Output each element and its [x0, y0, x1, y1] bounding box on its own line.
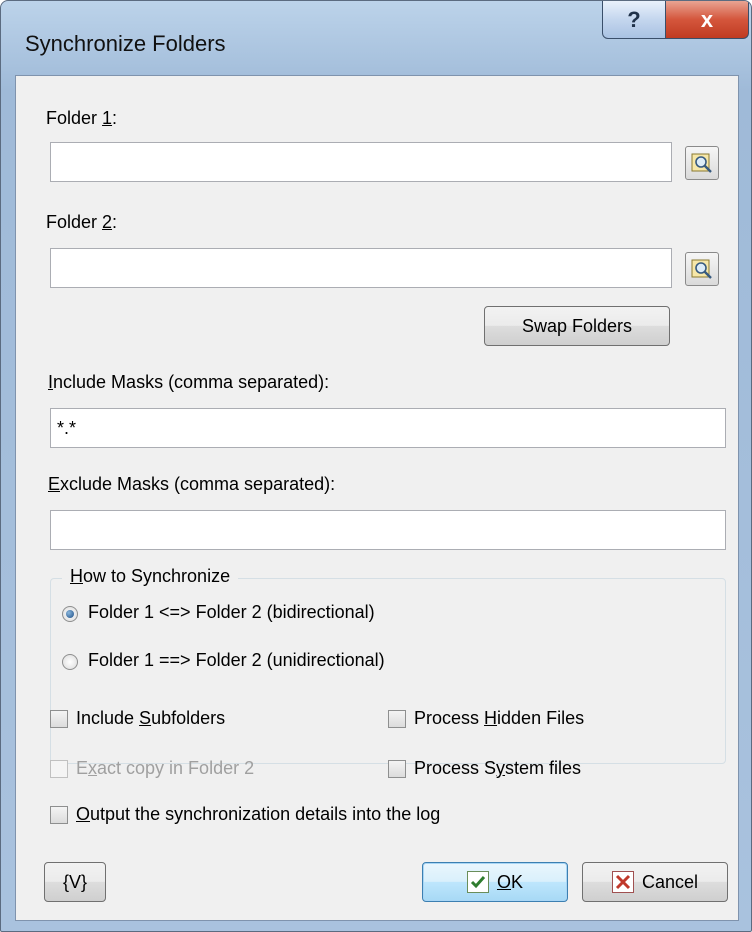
radio-button[interactable] [62, 654, 78, 670]
radio-label: Folder 1 <=> Folder 2 (bidirectional) [88, 602, 375, 622]
folder2-label: Folder 2: [46, 212, 118, 232]
dialog-client: Folder 1: Folder 2: Swap Folders Include… [15, 75, 739, 921]
sync-mode-title: How to Synchronize [62, 566, 239, 587]
variables-button[interactable]: {V} [44, 862, 106, 902]
cancel-button[interactable]: Cancel [582, 862, 728, 902]
checkbox-label: Process System files [414, 758, 582, 778]
include-masks-input[interactable] [50, 408, 726, 448]
checkbox-label: Exact copy in Folder 2 [76, 758, 255, 778]
radio-button[interactable] [62, 606, 78, 622]
folder1-input[interactable] [50, 142, 672, 182]
include-masks-label: Include Masks (comma separated): [48, 372, 330, 392]
browse-folder-icon [691, 153, 712, 173]
folder1-browse-button[interactable] [685, 146, 719, 180]
checkbox-label: Include Subfolders [76, 708, 226, 728]
dialog-window: Synchronize Folders ? x Folder 1: Folder… [0, 0, 752, 932]
exclude-masks-input[interactable] [50, 510, 726, 550]
folder1-label: Folder 1: [46, 108, 118, 128]
checkbox[interactable] [50, 806, 68, 824]
checkbox-label: Process Hidden Files [414, 708, 585, 728]
folder2-input[interactable] [50, 248, 672, 288]
close-icon: x [700, 6, 714, 32]
folder2-browse-button[interactable] [685, 252, 719, 286]
checkbox [50, 760, 68, 778]
checkbox[interactable] [388, 760, 406, 778]
checkbox-label: Output the synchronization details into … [76, 804, 441, 824]
radio-label: Folder 1 ==> Folder 2 (unidirectional) [88, 650, 385, 670]
ok-button[interactable]: OK [422, 862, 568, 902]
swap-folders-button[interactable]: Swap Folders [484, 306, 670, 346]
close-button[interactable]: x [665, 1, 749, 39]
help-icon: ? [627, 6, 641, 32]
help-button[interactable]: ? [602, 1, 666, 39]
check-icon [466, 871, 489, 893]
window-title: Synchronize Folders [25, 31, 226, 56]
checkbox[interactable] [388, 710, 406, 728]
checkbox[interactable] [50, 710, 68, 728]
exclude-masks-label: Exclude Masks (comma separated): [48, 474, 336, 494]
cancel-x-icon [611, 871, 634, 893]
browse-folder-icon [691, 259, 712, 279]
